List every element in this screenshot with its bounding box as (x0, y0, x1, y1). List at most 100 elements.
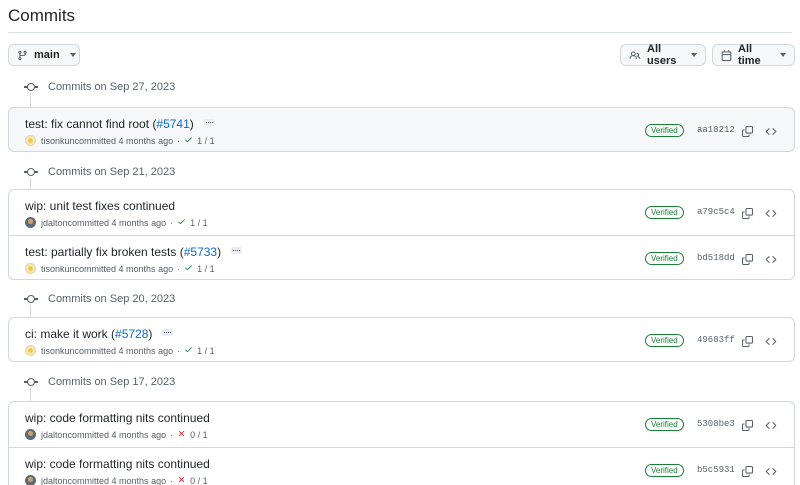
separator-dot: · (177, 135, 181, 146)
commit-row: test: fix cannot find root (#5741) tisonk… (9, 108, 794, 151)
checks-count[interactable]: 1 / 1 (197, 346, 215, 356)
commit-time: committed 4 months ago (74, 263, 174, 274)
commit-title-link[interactable]: wip: unit test fixes continued (25, 199, 175, 213)
calendar-icon (721, 49, 732, 61)
commit-list: ci: make it work (#5728) tisonkun committ… (8, 317, 795, 362)
code-icon[interactable] (765, 206, 777, 224)
verified-badge[interactable]: Verified (645, 464, 684, 477)
commit-group-date: Commits on Sep 27, 2023 (48, 81, 176, 93)
branch-select-button[interactable]: main (8, 44, 80, 66)
copy-icon[interactable] (742, 418, 753, 436)
commit-message: test: partially fix broken tests (#5733) (25, 245, 243, 259)
pull-request-link[interactable]: #5728 (115, 327, 148, 341)
commit-title-suffix: ) (189, 117, 194, 131)
commit-group-date: Commits on Sep 17, 2023 (48, 376, 176, 388)
commit-list: test: fix cannot find root (#5741) tisonk… (8, 107, 795, 152)
code-icon[interactable] (765, 124, 777, 142)
check-icon[interactable] (184, 135, 193, 146)
check-icon[interactable] (184, 345, 193, 356)
x-icon[interactable] (177, 475, 186, 485)
time-filter-button[interactable]: All time (712, 43, 795, 67)
commit-group-header: Commits on Sep 27, 2023 (24, 79, 175, 95)
pull-request-link[interactable]: #5733 (184, 245, 217, 259)
verified-badge[interactable]: Verified (645, 418, 684, 431)
expand-description-button[interactable] (231, 246, 243, 254)
commit-author[interactable]: tisonkun (41, 346, 75, 356)
checks-count[interactable]: 0 / 1 (190, 476, 208, 485)
commit-author[interactable]: jdalton (41, 218, 68, 228)
chevron-down-icon (780, 53, 786, 57)
copy-icon[interactable] (742, 124, 753, 142)
title-divider (8, 32, 792, 33)
commit-message: wip: code formatting nits continued (25, 411, 210, 425)
commit-title-link[interactable]: test: fix cannot find root ( (25, 117, 156, 131)
commit-row: wip: unit test fixes continued jdalton co… (9, 190, 794, 235)
avatar[interactable] (25, 135, 36, 146)
avatar[interactable] (25, 263, 36, 274)
avatar[interactable] (25, 345, 36, 356)
code-icon[interactable] (765, 334, 777, 352)
check-icon[interactable] (177, 217, 186, 228)
commit-title-link[interactable]: wip: code formatting nits continued (25, 457, 210, 471)
expand-description-button[interactable] (162, 328, 174, 336)
copy-icon[interactable] (742, 464, 753, 482)
separator-dot: · (177, 345, 181, 356)
commit-group-header: Commits on Sep 21, 2023 (24, 164, 175, 180)
verified-badge[interactable]: Verified (645, 124, 684, 137)
commit-row: ci: make it work (#5728) tisonkun committ… (9, 318, 794, 361)
avatar[interactable] (25, 429, 36, 440)
commit-node-icon (24, 80, 38, 94)
separator-dot: · (170, 429, 174, 440)
commit-sha-link[interactable]: aa18212 (697, 125, 735, 135)
checks-count[interactable]: 0 / 1 (190, 430, 208, 440)
commit-author[interactable]: tisonkun (41, 264, 75, 274)
checks-count[interactable]: 1 / 1 (190, 218, 208, 228)
commit-meta: jdalton committed 4 months ago · 1 / 1 (25, 217, 208, 228)
commit-group-header: Commits on Sep 20, 2023 (24, 291, 175, 307)
commit-sha-link[interactable]: 5308be3 (697, 419, 735, 429)
commit-sha-link[interactable]: a79c5c4 (697, 207, 735, 217)
commit-message: wip: code formatting nits continued (25, 457, 210, 471)
commit-sha-link[interactable]: 49683ff (697, 335, 735, 345)
commit-title-link[interactable]: test: partially fix broken tests ( (25, 245, 184, 259)
commit-title-link[interactable]: wip: code formatting nits continued (25, 411, 210, 425)
commit-row: wip: code formatting nits continued jdalt… (9, 402, 794, 447)
commit-title-suffix: ) (148, 327, 153, 341)
commit-sha-link[interactable]: bd518dd (697, 253, 735, 263)
copy-icon[interactable] (742, 252, 753, 270)
code-icon[interactable] (765, 464, 777, 482)
code-icon[interactable] (765, 252, 777, 270)
avatar[interactable] (25, 475, 36, 485)
check-icon[interactable] (184, 263, 193, 274)
users-filter-button[interactable]: All users (620, 43, 706, 67)
verified-badge[interactable]: Verified (645, 334, 684, 347)
commit-meta: tisonkun committed 4 months ago · 1 / 1 (25, 263, 215, 274)
commit-author[interactable]: jdalton (41, 430, 68, 440)
verified-badge[interactable]: Verified (645, 252, 684, 265)
avatar[interactable] (25, 217, 36, 228)
commit-message: ci: make it work (#5728) (25, 327, 174, 341)
copy-icon[interactable] (742, 206, 753, 224)
commit-node-icon (24, 292, 38, 306)
commit-meta: jdalton committed 4 months ago · 0 / 1 (25, 429, 208, 440)
commit-node-icon (24, 165, 38, 179)
commit-title-link[interactable]: ci: make it work ( (25, 327, 115, 341)
commit-list: wip: code formatting nits continued jdalt… (8, 401, 795, 485)
expand-description-button[interactable] (203, 118, 215, 126)
checks-count[interactable]: 1 / 1 (197, 136, 215, 146)
page-title: Commits (8, 6, 76, 25)
pull-request-link[interactable]: #5741 (156, 117, 189, 131)
commit-sha-link[interactable]: b5c5931 (697, 465, 735, 475)
copy-icon[interactable] (742, 334, 753, 352)
x-icon[interactable] (177, 429, 186, 440)
time-filter-label: All time (738, 43, 761, 67)
commit-author[interactable]: jdalton (41, 476, 68, 485)
checks-count[interactable]: 1 / 1 (197, 264, 215, 274)
chevron-down-icon (69, 53, 76, 57)
commit-author[interactable]: tisonkun (41, 136, 75, 146)
code-icon[interactable] (765, 418, 777, 436)
branch-label: main (34, 49, 60, 61)
verified-badge[interactable]: Verified (645, 206, 684, 219)
commit-group-date: Commits on Sep 21, 2023 (48, 166, 176, 178)
commit-time: committed 4 months ago (74, 135, 174, 146)
